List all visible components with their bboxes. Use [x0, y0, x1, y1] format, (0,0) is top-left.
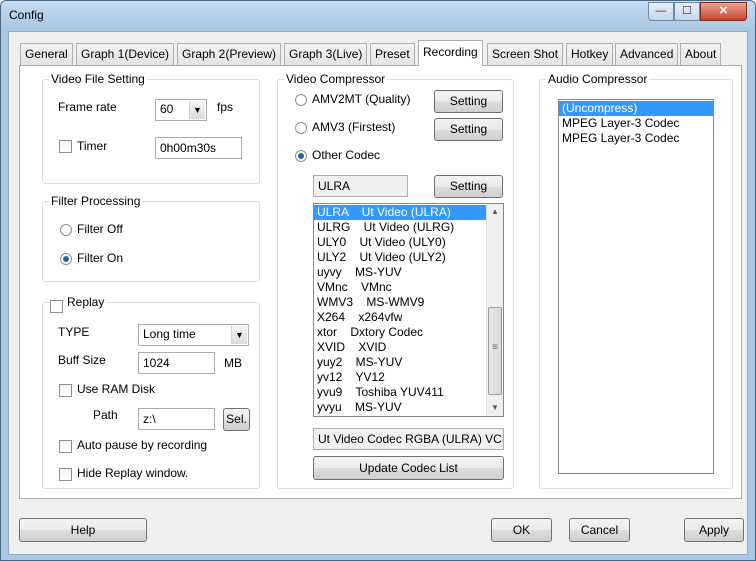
- codec-list-item[interactable]: VMnc VMnc: [314, 280, 486, 295]
- codec-list-item[interactable]: WMV3 MS-WMV9: [314, 295, 486, 310]
- close-button[interactable]: ✕: [700, 2, 747, 21]
- video-file-setting-group: Video File Setting: [42, 72, 260, 184]
- tab-graph1-device[interactable]: Graph 1(Device): [76, 43, 175, 65]
- config-window: Config — ☐ ✕ General Graph 1(Device) Gra…: [0, 0, 756, 561]
- codec-list-item[interactable]: uyvy MS-YUV: [314, 265, 486, 280]
- minimize-icon: —: [655, 5, 667, 17]
- filter-processing-legend: Filter Processing: [51, 194, 141, 208]
- codec-list-item[interactable]: yuy2 MS-YUV: [314, 355, 486, 370]
- frame-rate-select[interactable]: 60 ▼: [155, 99, 207, 121]
- hide-replay-window-label: Hide Replay window.: [77, 466, 189, 480]
- codec-list-item[interactable]: yvyu MS-YUV: [314, 400, 486, 415]
- audio-codec-list: (Uncompress) MPEG Layer-3 Codec MPEG Layer…: [559, 101, 713, 146]
- ok-button[interactable]: OK: [491, 518, 552, 542]
- other-codec-setting-button[interactable]: Setting: [434, 175, 503, 198]
- help-button[interactable]: Help: [19, 518, 147, 542]
- codec-list-item[interactable]: X264 x264vfw: [314, 310, 486, 325]
- replay-checkbox[interactable]: [50, 300, 63, 313]
- chevron-down-icon: ▼: [189, 101, 205, 119]
- path-field[interactable]: z:\: [138, 408, 215, 430]
- codec-fourcc-field: ULRA: [313, 175, 408, 197]
- timer-label: Timer: [77, 139, 108, 153]
- fps-label: fps: [217, 100, 234, 114]
- amv3-label: AMV3 (Firstest): [312, 120, 396, 134]
- filter-processing-group: Filter Processing: [42, 194, 260, 282]
- codec-list-item[interactable]: ULRG Ut Video (ULRG): [314, 220, 486, 235]
- other-codec-radio[interactable]: [295, 150, 307, 162]
- tab-general[interactable]: General: [20, 43, 73, 65]
- auto-pause-checkbox[interactable]: [59, 440, 72, 453]
- use-ram-disk-label: Use RAM Disk: [77, 382, 156, 396]
- buff-size-field[interactable]: 1024: [138, 352, 215, 374]
- use-ram-disk-checkbox[interactable]: [59, 384, 72, 397]
- amv2mt-radio[interactable]: [295, 94, 307, 106]
- audio-codec-listbox[interactable]: (Uncompress) MPEG Layer-3 Codec MPEG Layer…: [558, 99, 714, 474]
- codec-list-item[interactable]: ULY0 Ut Video (ULY0): [314, 235, 486, 250]
- window-title: Config: [9, 8, 44, 22]
- tab-recording[interactable]: Recording: [418, 40, 483, 66]
- codec-listbox[interactable]: ULRA Ut Video (ULRA) ULRG Ut Video (ULRG)…: [313, 203, 504, 417]
- chevron-down-icon: ▼: [231, 326, 247, 344]
- amv2mt-setting-button[interactable]: Setting: [434, 90, 503, 113]
- buff-size-unit: MB: [224, 356, 242, 370]
- maximize-button[interactable]: ☐: [674, 2, 700, 21]
- apply-button[interactable]: Apply: [684, 518, 744, 542]
- video-compressor-legend: Video Compressor: [286, 72, 386, 86]
- filter-off-radio[interactable]: [60, 224, 72, 236]
- dialog-client-area: General Graph 1(Device) Graph 2(Preview)…: [8, 31, 748, 555]
- scroll-grip-icon: ≡: [492, 342, 498, 353]
- auto-pause-label: Auto pause by recording: [77, 438, 208, 452]
- tab-screen-shot[interactable]: Screen Shot: [487, 43, 564, 65]
- amv3-radio[interactable]: [295, 122, 307, 134]
- close-icon: ✕: [718, 5, 729, 17]
- update-codec-list-button[interactable]: Update Codec List: [313, 456, 504, 480]
- codec-list-item[interactable]: yv12 YV12: [314, 370, 486, 385]
- filter-on-label: Filter On: [77, 251, 124, 265]
- recording-tab-panel: Video File Setting Frame rate 60 ▼ fps T…: [19, 65, 742, 499]
- frame-rate-label: Frame rate: [58, 100, 117, 114]
- codec-list-item[interactable]: XVID XVID: [314, 340, 486, 355]
- timer-field[interactable]: 0h00m30s: [155, 137, 242, 159]
- codec-list-item[interactable]: ULRA Ut Video (ULRA): [314, 205, 486, 220]
- frame-rate-value: 60: [160, 102, 174, 116]
- select-path-button[interactable]: Sel.: [223, 408, 250, 431]
- minimize-button[interactable]: —: [648, 2, 674, 21]
- amv3-setting-button[interactable]: Setting: [434, 118, 503, 141]
- codec-list: ULRA Ut Video (ULRA) ULRG Ut Video (ULRG)…: [314, 205, 486, 415]
- audio-compressor-legend: Audio Compressor: [548, 72, 648, 86]
- audio-codec-list-item[interactable]: MPEG Layer-3 Codec: [559, 116, 713, 131]
- hide-replay-window-checkbox[interactable]: [59, 468, 72, 481]
- video-file-setting-legend: Video File Setting: [51, 72, 145, 86]
- codec-list-item[interactable]: xtor Dxtory Codec: [314, 325, 486, 340]
- scroll-up-icon[interactable]: ▲: [487, 204, 503, 220]
- maximize-icon: ☐: [682, 5, 692, 17]
- filter-on-radio[interactable]: [60, 253, 72, 265]
- amv2mt-label: AMV2MT (Quality): [312, 92, 411, 106]
- tab-graph3-live[interactable]: Graph 3(Live): [284, 43, 368, 65]
- title-bar[interactable]: Config — ☐ ✕: [1, 1, 755, 31]
- codec-description-field: Ut Video Codec RGBA (ULRA) VCM: [313, 428, 504, 450]
- codec-list-item[interactable]: ULY2 Ut Video (ULY2): [314, 250, 486, 265]
- tab-preset[interactable]: Preset: [370, 43, 415, 65]
- tab-advanced[interactable]: Advanced: [615, 43, 679, 65]
- tab-hotkey[interactable]: Hotkey: [566, 43, 614, 65]
- codec-list-scrollbar[interactable]: ▲ ≡ ▼: [486, 204, 503, 416]
- timer-checkbox[interactable]: [59, 140, 72, 153]
- path-label: Path: [93, 408, 118, 422]
- audio-codec-list-item[interactable]: MPEG Layer-3 Codec: [559, 131, 713, 146]
- replay-type-select[interactable]: Long time ▼: [138, 324, 249, 346]
- buff-size-label: Buff Size: [58, 353, 106, 367]
- replay-type-label: TYPE: [58, 325, 90, 339]
- other-codec-label: Other Codec: [312, 148, 381, 162]
- scroll-thumb[interactable]: ≡: [488, 307, 502, 395]
- audio-codec-list-item[interactable]: (Uncompress): [559, 101, 713, 116]
- tab-about[interactable]: About: [680, 43, 722, 65]
- replay-type-value: Long time: [143, 327, 196, 341]
- codec-list-item[interactable]: yvu9 Toshiba YUV411: [314, 385, 486, 400]
- cancel-button[interactable]: Cancel: [569, 518, 630, 542]
- filter-off-label: Filter Off: [77, 222, 123, 236]
- tab-graph2-preview[interactable]: Graph 2(Preview): [177, 43, 282, 65]
- scroll-down-icon[interactable]: ▼: [487, 400, 503, 416]
